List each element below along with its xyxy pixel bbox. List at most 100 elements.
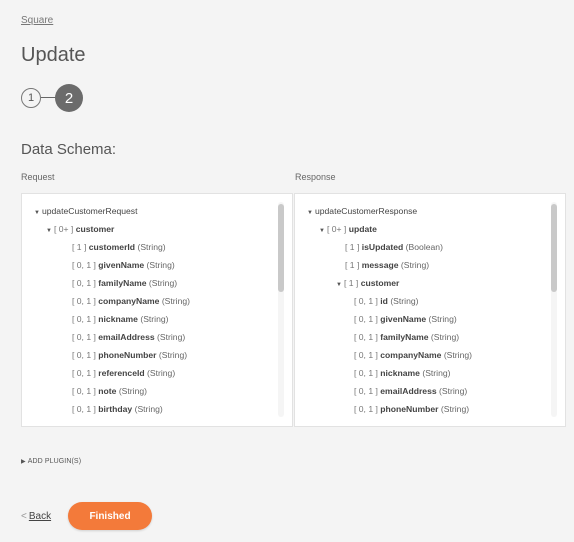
- field-name: note: [98, 386, 117, 396]
- cardinality: [ 0, 1 ]: [72, 260, 96, 270]
- request-scroll-thumb[interactable]: [278, 204, 284, 292]
- tree-row[interactable]: [ 0, 1 ] companyName (String): [22, 292, 278, 310]
- field-type: (String): [158, 350, 188, 360]
- field-name: phoneNumber: [98, 350, 157, 360]
- cardinality: [ 0, 1 ]: [354, 296, 378, 306]
- stepper: 1 2: [21, 84, 91, 112]
- field-type: (String): [118, 386, 147, 396]
- tree-row[interactable]: [ 1 ] customerId (String): [22, 238, 278, 256]
- field-type: (String): [161, 296, 190, 306]
- chevron-left-icon: <: [21, 511, 27, 522]
- field-name: givenName: [98, 260, 145, 270]
- tree-row[interactable]: [ 0, 1 ] companyName (String): [295, 346, 551, 364]
- field-name: customer: [360, 278, 400, 288]
- tree-row[interactable]: [ 0, 1 ] familyName (String): [295, 328, 551, 346]
- tree-row[interactable]: [ 0, 1 ] note (String): [22, 382, 278, 400]
- cardinality: [ 1 ]: [343, 278, 359, 288]
- field-name: updateCustomerResponse: [314, 206, 418, 216]
- tree-row[interactable]: [ 0, 1 ] emailAddress (String): [295, 382, 551, 400]
- cardinality: [ 0, 1 ]: [354, 386, 378, 396]
- field-type: (String): [400, 260, 430, 270]
- tree-row[interactable]: [ 0, 1 ] phoneNumber (String): [22, 346, 278, 364]
- caret-down-icon[interactable]: ▼: [307, 204, 313, 222]
- finished-button[interactable]: Finished: [68, 502, 152, 530]
- field-name: customerId: [88, 242, 136, 252]
- response-panel[interactable]: ▼ updateCustomerResponse ▼[ 0+ ] update[ 1…: [294, 193, 566, 427]
- tree-row[interactable]: [ 0, 1 ] givenName (String): [22, 256, 278, 274]
- add-plugins-label: ADD PLUGIN(S): [27, 458, 82, 465]
- response-label: Response: [295, 172, 336, 182]
- cardinality: [ 0, 1 ]: [354, 404, 378, 414]
- cardinality: [ 0, 1 ]: [72, 278, 96, 288]
- tree-row[interactable]: [ 0, 1 ] referenceId (String): [22, 364, 278, 382]
- request-panel[interactable]: ▼ updateCustomerRequest ▼[ 0+ ] customer[ …: [21, 193, 293, 427]
- field-type: (String): [146, 260, 175, 270]
- field-type: (String): [439, 386, 468, 396]
- tree-row[interactable]: [ 0, 1 ] emailAddress (String): [22, 328, 278, 346]
- field-type: (String): [428, 314, 457, 324]
- caret-down-icon[interactable]: ▼: [46, 222, 52, 240]
- tree-row[interactable]: [ 1 ] message (String): [295, 256, 551, 274]
- caret-down-icon[interactable]: ▼: [336, 276, 342, 294]
- field-name: familyName: [380, 332, 429, 342]
- tree-row[interactable]: [ 0, 1 ] nickname (String): [22, 310, 278, 328]
- tree-row[interactable]: [ 0, 1 ] nickname (String): [295, 364, 551, 382]
- tree-row[interactable]: [ 0, 1 ] birthday (String): [22, 400, 278, 418]
- cardinality: [ 0, 1 ]: [72, 368, 96, 378]
- request-label: Request: [21, 172, 55, 182]
- field-name: companyName: [380, 350, 442, 360]
- field-type: (String): [440, 404, 470, 414]
- field-type: (String): [148, 278, 178, 288]
- cardinality: [ 0, 1 ]: [72, 350, 96, 360]
- section-title: Data Schema:: [21, 141, 117, 158]
- field-name: emailAddress: [98, 332, 155, 342]
- response-scroll-thumb[interactable]: [551, 204, 557, 292]
- tree-row[interactable]: ▼ updateCustomerResponse: [295, 202, 551, 220]
- field-type: (String): [443, 350, 472, 360]
- page-title: Update: [21, 44, 86, 66]
- tree-row[interactable]: [ 0, 1 ] id (String): [295, 292, 551, 310]
- cardinality: [ 0+ ]: [326, 224, 347, 234]
- field-type: (String): [147, 368, 176, 378]
- step-2-current: 2: [55, 84, 83, 112]
- field-type: (Boolean): [405, 242, 443, 252]
- field-name: customer: [75, 224, 115, 234]
- field-type: (String): [157, 332, 186, 342]
- back-label: Back: [28, 511, 52, 522]
- tree-row[interactable]: [ 0, 1 ] phoneNumber (String): [295, 400, 551, 418]
- request-tree: ▼ updateCustomerRequest ▼[ 0+ ] customer[ …: [22, 202, 278, 418]
- add-plugins-toggle[interactable]: ▶ ADD PLUGIN(S): [21, 458, 81, 465]
- tree-row[interactable]: ▼[ 0+ ] update: [295, 220, 551, 238]
- cardinality: [ 0, 1 ]: [354, 368, 378, 378]
- tree-row[interactable]: [ 1 ] isUpdated (Boolean): [295, 238, 551, 256]
- cardinality: [ 0, 1 ]: [72, 332, 96, 342]
- breadcrumb-square[interactable]: Square: [21, 15, 53, 26]
- field-type: (String): [137, 242, 166, 252]
- tree-row[interactable]: [ 0, 1 ] givenName (String): [295, 310, 551, 328]
- field-name: emailAddress: [380, 386, 437, 396]
- back-button[interactable]: < Back: [21, 511, 51, 522]
- request-scrollbar[interactable]: [278, 202, 284, 417]
- tree-row[interactable]: ▼ updateCustomerRequest: [22, 202, 278, 220]
- field-type: (String): [134, 404, 163, 414]
- caret-down-icon[interactable]: ▼: [34, 204, 40, 222]
- field-name: id: [380, 296, 388, 306]
- field-name: isUpdated: [361, 242, 404, 252]
- cardinality: [ 1 ]: [345, 260, 360, 270]
- step-1[interactable]: 1: [21, 88, 41, 108]
- cardinality: [ 0, 1 ]: [354, 314, 378, 324]
- field-name: phoneNumber: [380, 404, 439, 414]
- tree-row[interactable]: ▼[ 0+ ] customer: [22, 220, 278, 238]
- response-scrollbar[interactable]: [551, 202, 557, 417]
- caret-down-icon[interactable]: ▼: [319, 222, 325, 240]
- field-name: nickname: [98, 314, 138, 324]
- field-name: message: [361, 260, 399, 270]
- field-name: familyName: [98, 278, 147, 288]
- tree-row[interactable]: ▼[ 1 ] customer: [295, 274, 551, 292]
- cardinality: [ 1 ]: [72, 242, 87, 252]
- cardinality: [ 0, 1 ]: [72, 296, 96, 306]
- tree-row[interactable]: [ 0, 1 ] familyName (String): [22, 274, 278, 292]
- field-name: birthday: [98, 404, 133, 414]
- field-name: nickname: [380, 368, 420, 378]
- cardinality: [ 0, 1 ]: [72, 386, 96, 396]
